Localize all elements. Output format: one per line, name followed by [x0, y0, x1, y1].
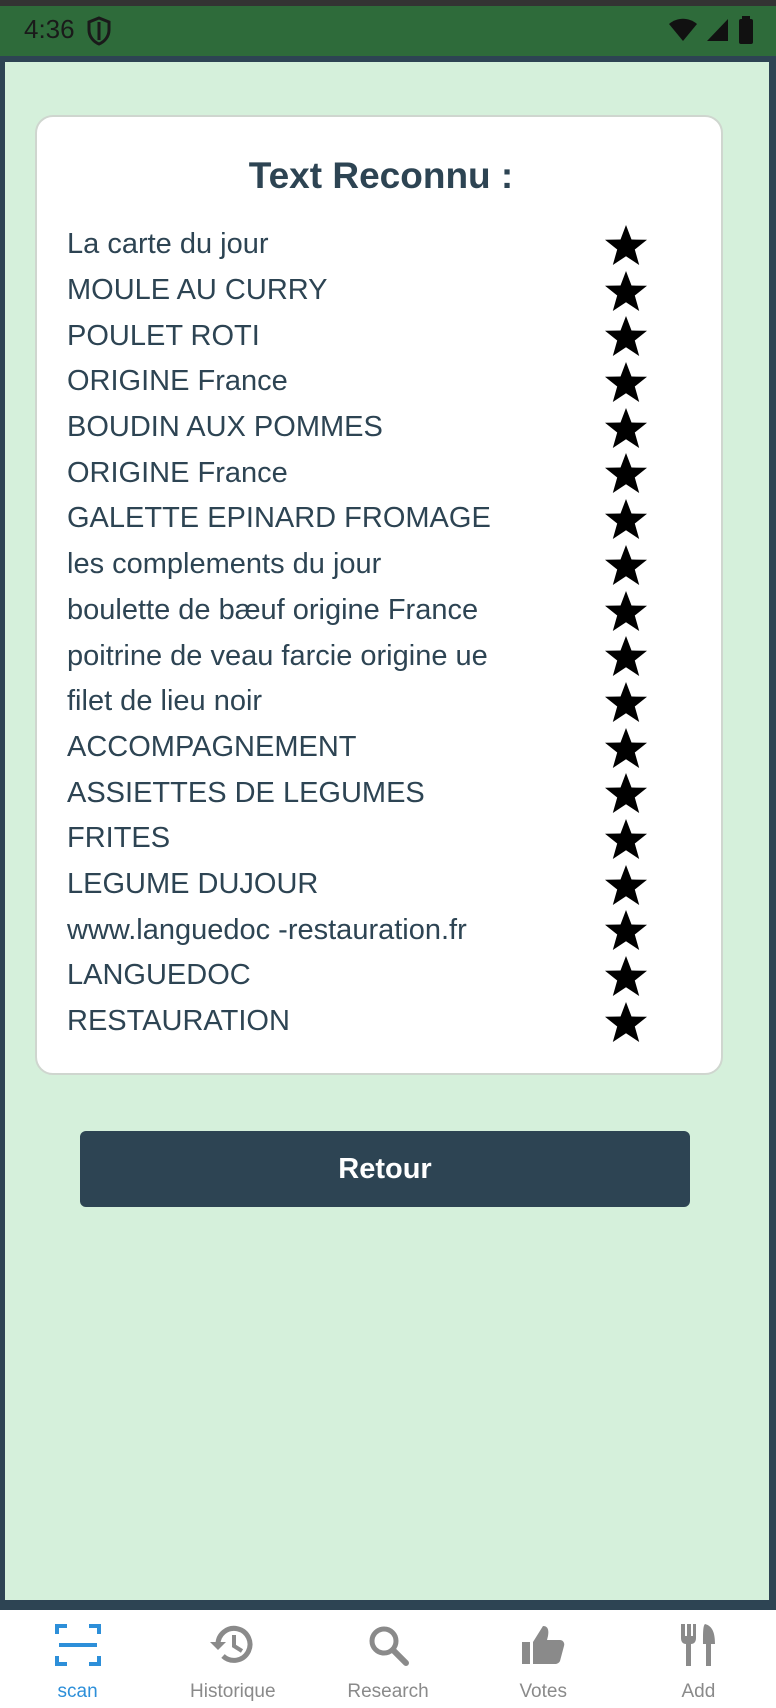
- history-icon: [208, 1620, 258, 1675]
- list-item: LANGUEDOC: [67, 953, 697, 999]
- list-item: ACCOMPAGNEMENT: [67, 725, 697, 771]
- nav-label: Research: [347, 1681, 429, 1702]
- fork-knife-icon: [673, 1620, 723, 1675]
- retour-button[interactable]: Retour: [80, 1131, 690, 1207]
- nav-label: Add: [681, 1681, 716, 1702]
- list-item-text: ACCOMPAGNEMENT: [67, 730, 357, 763]
- nav-label: Votes: [519, 1681, 567, 1702]
- star-icon[interactable]: [604, 407, 648, 451]
- list-item: LEGUME DUJOUR: [67, 862, 697, 908]
- search-icon: [363, 1620, 413, 1675]
- star-icon[interactable]: [604, 590, 648, 634]
- status-bar: 4:36: [0, 0, 776, 56]
- bottom-nav-bar: scan Historique Research Votes Add: [0, 1610, 776, 1708]
- star-icon[interactable]: [604, 1001, 648, 1045]
- list-item: poitrine de veau farcie origine ue: [67, 633, 697, 679]
- star-icon[interactable]: [604, 635, 648, 679]
- list-item-text: GALETTE EPINARD FROMAGE: [67, 502, 491, 535]
- list-item-text: BOUDIN AUX POMMES: [67, 411, 383, 444]
- list-item-text: La carte du jour: [67, 228, 269, 261]
- star-icon[interactable]: [604, 544, 648, 588]
- list-item: GALETTE EPINARD FROMAGE: [67, 496, 697, 542]
- list-item: ASSIETTES DE LEGUMES: [67, 770, 697, 816]
- list-item-text: ASSIETTES DE LEGUMES: [67, 776, 425, 809]
- shield-icon: [87, 16, 111, 46]
- status-time: 4:36: [24, 14, 75, 44]
- list-item-text: LANGUEDOC: [67, 959, 251, 992]
- list-item: POULET ROTI: [67, 313, 697, 359]
- list-item: www.languedoc -restauration.fr: [67, 907, 697, 953]
- nav-label: Historique: [190, 1681, 276, 1702]
- list-item-text: poitrine de veau farcie origine ue: [67, 639, 488, 672]
- scan-icon: [53, 1620, 103, 1675]
- list-item: MOULE AU CURRY: [67, 268, 697, 314]
- list-item: les complements du jour: [67, 542, 697, 588]
- recognized-items-list: La carte du jour MOULE AU CURRY POULET ROT…: [67, 222, 697, 1044]
- star-icon[interactable]: [604, 681, 648, 725]
- list-item-text: filet de lieu noir: [67, 685, 263, 718]
- list-item-text: www.languedoc -restauration.fr: [67, 913, 467, 946]
- list-item-text: les complements du jour: [67, 548, 382, 581]
- nav-item-research[interactable]: Research: [310, 1610, 465, 1708]
- signal-icon: [707, 19, 728, 41]
- star-icon[interactable]: [604, 452, 648, 496]
- star-icon[interactable]: [604, 955, 648, 999]
- nav-label: scan: [57, 1681, 98, 1702]
- list-item: ORIGINE France: [67, 359, 697, 405]
- star-icon[interactable]: [604, 909, 648, 953]
- list-item-text: FRITES: [67, 822, 171, 855]
- status-icons: [668, 16, 754, 44]
- wifi-icon: [669, 18, 697, 41]
- main-content: Text Reconnu : La carte du jour MOULE AU …: [5, 62, 769, 1600]
- list-item: BOUDIN AUX POMMES: [67, 405, 697, 451]
- star-icon[interactable]: [604, 864, 648, 908]
- nav-item-votes[interactable]: Votes: [466, 1610, 621, 1708]
- list-item: FRITES: [67, 816, 697, 862]
- nav-item-historique[interactable]: Historique: [155, 1610, 310, 1708]
- star-icon[interactable]: [604, 498, 648, 542]
- star-icon[interactable]: [604, 727, 648, 771]
- list-item: ORIGINE France: [67, 450, 697, 496]
- battery-icon: [739, 16, 753, 44]
- star-icon[interactable]: [604, 361, 648, 405]
- list-item: filet de lieu noir: [67, 679, 697, 725]
- star-icon[interactable]: [604, 315, 648, 359]
- recognized-text-card: Text Reconnu : La carte du jour MOULE AU …: [35, 115, 723, 1075]
- star-icon[interactable]: [604, 224, 648, 268]
- nav-item-scan[interactable]: scan: [0, 1610, 155, 1708]
- thumbs-up-icon: [518, 1620, 568, 1675]
- list-item: boulette de bæuf origine France: [67, 588, 697, 634]
- nav-item-add[interactable]: Add: [621, 1610, 776, 1708]
- list-item-text: LEGUME DUJOUR: [67, 867, 319, 900]
- list-item-text: POULET ROTI: [67, 319, 260, 352]
- list-item-text: ORIGINE France: [67, 456, 288, 489]
- star-icon[interactable]: [604, 270, 648, 314]
- list-item: RESTAURATION: [67, 999, 697, 1045]
- list-item-text: boulette de bæuf origine France: [67, 593, 479, 626]
- list-item: La carte du jour: [67, 222, 697, 268]
- list-item-text: MOULE AU CURRY: [67, 274, 328, 307]
- list-item-text: RESTAURATION: [67, 1005, 290, 1038]
- card-title: Text Reconnu :: [248, 155, 514, 196]
- star-icon[interactable]: [604, 818, 648, 862]
- list-item-text: ORIGINE France: [67, 365, 288, 398]
- star-icon[interactable]: [604, 772, 648, 816]
